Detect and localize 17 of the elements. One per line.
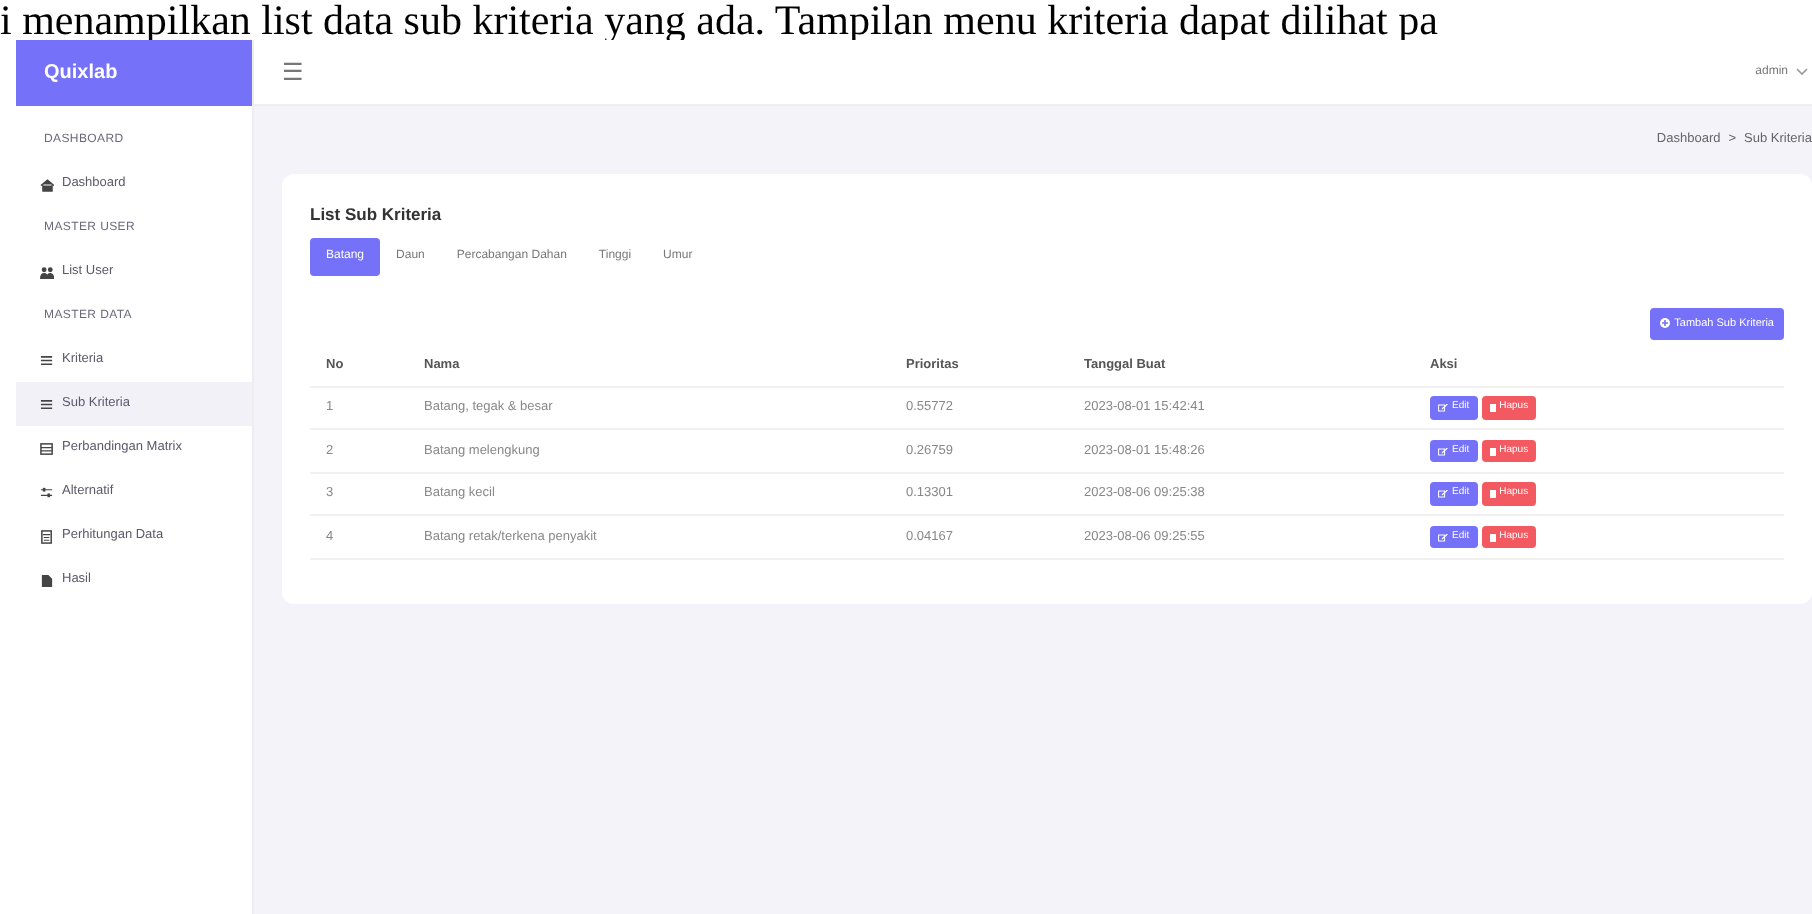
card-title: List Sub Kriteria: [310, 202, 444, 228]
file-icon: [40, 573, 54, 587]
menu-icon[interactable]: ☰: [282, 54, 304, 90]
list-icon: [40, 353, 54, 367]
users-icon: [40, 265, 54, 279]
edit-icon: [1438, 533, 1448, 541]
calculator-icon: [40, 529, 54, 543]
list-icon: [40, 397, 54, 411]
brand-logo[interactable]: Quixlab: [44, 58, 118, 88]
sliders-icon: [40, 485, 54, 499]
table-icon: [40, 441, 54, 455]
edit-icon: [1438, 490, 1448, 498]
chevron-icon[interactable]: [1796, 68, 1808, 76]
edit-icon: [1438, 447, 1448, 455]
home-icon: [40, 177, 54, 191]
edit-icon: [1438, 404, 1448, 412]
plus-icon: [1660, 318, 1671, 329]
